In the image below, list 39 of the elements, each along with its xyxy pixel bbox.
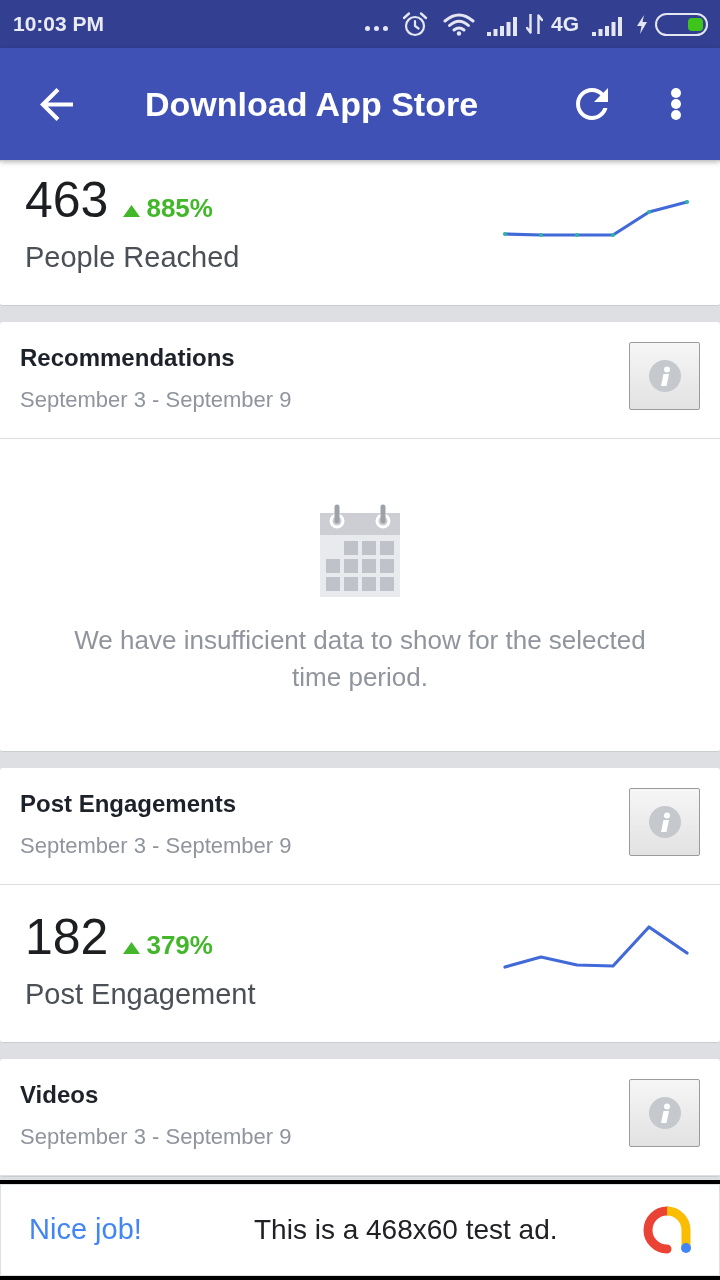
lightning-bolt-icon [637, 14, 647, 34]
percent-change: 885% [146, 192, 213, 225]
up-triangle-icon [123, 205, 141, 217]
date-range: September 3 - September 9 [20, 1123, 292, 1151]
ad-logo-icon [643, 1206, 691, 1254]
ad-headline[interactable]: Nice job! [29, 1208, 254, 1252]
metric-label: People Reached [25, 240, 240, 275]
date-range: September 3 - September 9 [20, 832, 292, 860]
network-type: 4G [551, 11, 579, 38]
signal-bars-icon [592, 16, 622, 36]
info-icon [648, 806, 681, 838]
ad-text: This is a 468x60 test ad. [254, 1213, 558, 1247]
percent-change: 379% [146, 929, 213, 962]
data-arrows-icon [526, 14, 543, 34]
info-icon [648, 360, 681, 392]
info-button[interactable] [629, 1079, 700, 1147]
info-icon [648, 1097, 681, 1129]
dots-icon [365, 25, 388, 31]
calendar-icon [320, 504, 400, 597]
metric-label: Post Engagement [25, 977, 256, 1012]
up-triangle-icon [123, 942, 141, 954]
app-title: Download App Store [145, 83, 479, 125]
signal-bars-icon [487, 16, 517, 36]
section-title: Post Engagements [20, 790, 238, 818]
battery-icon [655, 12, 708, 36]
more-options-icon[interactable] [670, 88, 682, 120]
info-button[interactable] [629, 788, 700, 856]
status-time: 10:03 PM [13, 11, 105, 38]
back-arrow-icon[interactable] [40, 87, 73, 121]
info-button[interactable] [629, 342, 700, 410]
section-title: Videos [20, 1081, 100, 1109]
alarm-clock-icon [402, 11, 428, 37]
metric-value: 182 [25, 909, 109, 965]
empty-state-message: We have insufficient data to show for the selected time period. [73, 624, 647, 694]
metric-value: 463 [25, 172, 109, 228]
wifi-icon [443, 12, 476, 36]
refresh-icon[interactable] [576, 88, 608, 120]
section-title: Recommendations [20, 344, 236, 372]
date-range: September 3 - September 9 [20, 386, 292, 414]
